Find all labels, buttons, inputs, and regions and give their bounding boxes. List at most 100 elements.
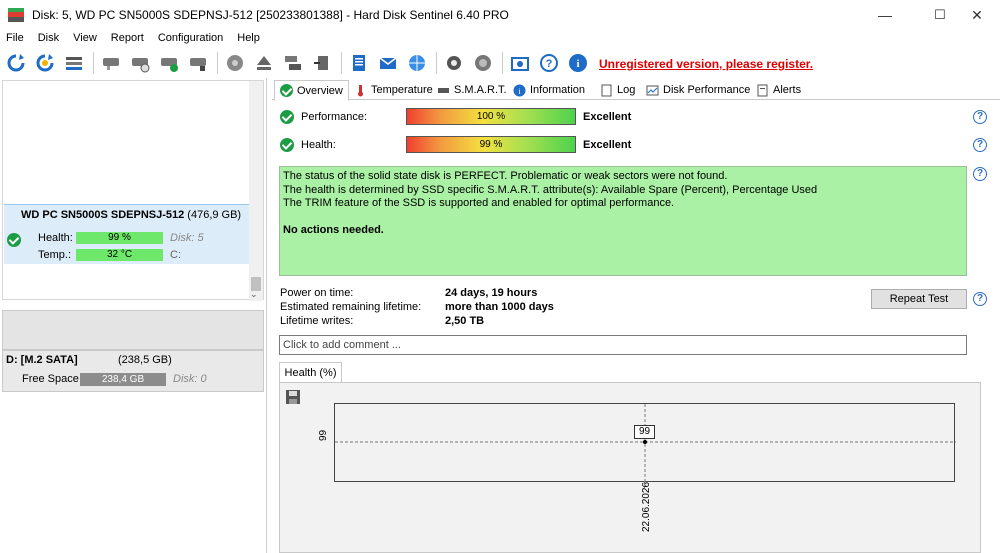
health-label: Health: [301,139,336,151]
menu-file[interactable]: File [0,32,31,44]
disk-status-icon[interactable] [186,51,209,74]
data-point-label: 99 [634,425,655,439]
performance-value: 100 % [476,111,506,122]
status-line: The TRIM feature of the SSD is supported… [283,197,675,209]
tab-overview-label: Overview [297,84,343,97]
disk-info-icon[interactable] [128,51,151,74]
toolbar-separator [217,51,218,74]
disk-card-selected[interactable]: WD PC SN5000S SDEPNSJ-512 (476,9 GB) Hea… [4,204,249,264]
save-icon[interactable] [285,389,301,405]
tab-alerts-label: Alerts [773,84,802,96]
writes-label: Lifetime writes: [280,315,354,327]
tab-strip: Overview Temperature S.M.A.R.T. i Inform… [272,80,1000,101]
menu-configuration[interactable]: Configuration [151,32,230,44]
window-title: Disk: 5, WD PC SN5000S SDEPNSJ-512 [2502… [32,8,509,22]
menu-report[interactable]: Report [104,32,151,44]
tab-information-label: Information [530,84,586,96]
health-ok-icon [280,138,294,152]
lifetime-label: Estimated remaining lifetime: [280,301,422,313]
network-icon[interactable] [405,51,428,74]
free-space-bar: 238,4 GB [80,373,166,386]
refresh-icon[interactable] [4,51,27,74]
svg-text:?: ? [545,58,552,70]
minimize-button[interactable]: — [862,0,908,30]
health-label: Health: [38,232,73,244]
drive-letter: C: [170,249,181,261]
performance-icon [646,84,659,97]
toolbar: ? i [0,47,1000,78]
toolbar-separator [436,51,437,74]
screenshot-icon[interactable] [508,51,531,74]
tab-smart[interactable]: S.M.A.R.T. [432,80,512,100]
alerts-icon [756,84,769,97]
comment-field[interactable]: Click to add comment ... [279,335,967,355]
disk-check-icon[interactable] [157,51,180,74]
menu-help[interactable]: Help [230,32,267,44]
svg-text:i: i [576,58,579,70]
repeat-help-icon[interactable]: ? [973,292,987,306]
scroll-down-icon[interactable]: ⌄ [250,289,258,300]
disk-name: WD PC SN5000S SDEPNSJ-512 [21,209,185,221]
health-rating: Excellent [583,139,632,151]
volume-size: (238,5 GB) [118,354,172,366]
refresh-all-icon[interactable] [33,51,56,74]
tab-log[interactable]: Log [595,80,640,100]
settings-icon[interactable] [442,51,465,74]
disk-remove-icon[interactable] [99,51,122,74]
performance-ok-icon [280,110,294,124]
app-window: Disk: 5, WD PC SN5000S SDEPNSJ-512 [2502… [0,0,1000,553]
plot-gridlines [335,404,956,483]
power-on-row: Power on time: 24 days, 19 hours [280,287,537,299]
power-on-label: Power on time: [280,287,354,299]
performance-help-icon[interactable]: ? [973,110,987,124]
disk-test-icon[interactable] [223,51,246,74]
free-space-label: Free Space [22,373,79,385]
app-logo-icon [8,8,24,22]
report-icon[interactable] [347,51,370,74]
tab-information[interactable]: i Information [508,80,590,100]
log-icon [600,84,613,97]
disk-export-icon[interactable] [310,51,333,74]
help-icon[interactable]: ? [537,51,560,74]
repeat-test-button[interactable]: Repeat Test [871,289,967,309]
temp-label: Temp.: [38,249,72,261]
tab-alerts[interactable]: Alerts [751,80,806,100]
status-help-icon[interactable]: ? [973,167,987,181]
info-icon[interactable]: i [566,51,589,74]
tab-overview[interactable]: Overview [274,80,349,101]
health-value: 99 % [479,139,503,150]
writes-row: Lifetime writes: 2,50 TB [280,315,484,327]
toolbar-separator [93,51,94,74]
disk-number: Disk: 5 [170,232,204,244]
x-axis-tick: 22.06.2026 [641,481,652,532]
performance-rating: Excellent [583,111,632,123]
toolbar-separator [502,51,503,74]
menu-disk[interactable]: Disk [31,32,66,44]
tab-log-label: Log [617,84,636,96]
disk-list-icon[interactable] [62,51,85,74]
disk-copy-icon[interactable] [281,51,304,74]
menu-view[interactable]: View [66,32,104,44]
lifetime-value: more than 1000 days [445,301,554,313]
menu-bar: File Disk View Report Configuration Help [0,30,1000,46]
audio-icon[interactable] [471,51,494,74]
disk-list-scrollbar[interactable]: ⌄ [249,81,263,301]
close-button[interactable]: ✕ [954,0,1000,30]
volume-name: D: [M.2 SATA] [6,354,78,366]
writes-value: 2,50 TB [445,315,485,327]
health-help-icon[interactable]: ? [973,138,987,152]
info-icon: i [513,84,526,97]
health-bar: 99 % [76,232,163,244]
volume-card[interactable]: D: [M.2 SATA] (238,5 GB) Free Space 238,… [2,350,264,392]
partition-header [2,310,264,350]
eject-icon[interactable] [252,51,275,74]
email-icon[interactable] [376,51,399,74]
tab-temperature[interactable]: Temperature [349,80,438,100]
lifetime-row: Estimated remaining lifetime: more than … [280,301,554,313]
check-icon [280,84,293,97]
tab-smart-label: S.M.A.R.T. [454,84,507,96]
unregistered-link[interactable]: Unregistered version, please register. [599,57,813,71]
performance-label: Performance: [301,111,368,123]
tab-health-graph[interactable]: Health (%) [279,362,342,383]
tab-disk-performance[interactable]: Disk Performance [641,80,755,100]
